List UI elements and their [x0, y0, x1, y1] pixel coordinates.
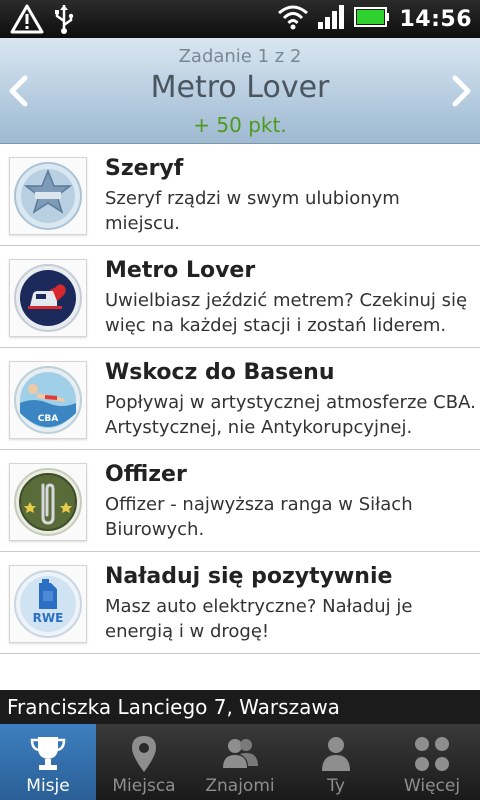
- signal-icon: [317, 4, 345, 34]
- tab-label: Znajomi: [205, 776, 275, 796]
- tab-znajomi[interactable]: Znajomi: [192, 724, 288, 800]
- mission-item[interactable]: Szeryf Szeryf rządzi w swym ulubionym mi…: [0, 144, 480, 246]
- mission-title: Metro Lover: [105, 258, 256, 283]
- mission-description: Popływaj w artystycznej atmosferze CBA. …: [105, 392, 476, 438]
- mission-header: Zadanie 1 z 2 Metro Lover + 50 pkt.: [0, 38, 480, 144]
- mission-title: Naładuj się pozytywnie: [105, 564, 393, 589]
- tab-label: Misje: [26, 776, 70, 796]
- status-time: 14:56: [399, 6, 472, 32]
- battery-icon: [353, 6, 391, 32]
- rwe-canister-badge-icon: RWE: [9, 565, 87, 643]
- bottom-tab-bar: Misje Miejsca Znajomi Ty Więcej: [0, 724, 480, 800]
- swimmer-badge-icon: CBA: [9, 361, 87, 439]
- badge-text-cba: CBA: [38, 414, 58, 424]
- mission-item[interactable]: CBA Wskocz do Basenu Popływaj w artystyc…: [0, 348, 480, 450]
- tab-ty[interactable]: Ty: [288, 724, 384, 800]
- mission-title: Wskocz do Basenu: [105, 360, 335, 385]
- status-bar: 14:56: [0, 0, 480, 38]
- tab-misje[interactable]: Misje: [0, 724, 96, 800]
- mission-description: Uwielbiasz jeździć metrem? Czekinuj się …: [105, 290, 468, 336]
- mission-description: Offizer - najwyższa ranga w Siłach Biuro…: [105, 494, 413, 540]
- mission-description: Masz auto elektryczne? Naładuj je energi…: [105, 596, 413, 642]
- mission-list: Szeryf Szeryf rządzi w swym ulubionym mi…: [0, 144, 480, 654]
- tab-label: Więcej: [403, 776, 461, 796]
- points-label: + 50 pkt.: [193, 113, 287, 137]
- mission-item[interactable]: RWE Naładuj się pozytywnie Masz auto ele…: [0, 552, 480, 654]
- sheriff-star-badge-icon: [9, 157, 87, 235]
- trophy-icon: [28, 734, 68, 774]
- next-arrow-icon[interactable]: [446, 74, 476, 108]
- task-counter: Zadanie 1 z 2: [178, 46, 302, 67]
- mission-description: Szeryf rządzi w swym ulubionym miejscu.: [105, 188, 400, 234]
- badge-text-rwe: RWE: [33, 611, 64, 625]
- mission-title: Szeryf: [105, 156, 184, 181]
- tab-wiecej[interactable]: Więcej: [384, 724, 480, 800]
- map-pin-icon: [124, 734, 164, 774]
- paperclip-badge-icon: [9, 463, 87, 541]
- wifi-icon: [277, 3, 309, 35]
- header-title: Metro Lover: [150, 70, 330, 105]
- person-icon: [316, 734, 356, 774]
- warning-icon: [10, 3, 44, 39]
- tab-label: Miejsca: [112, 776, 176, 796]
- grid-dots-icon: [412, 734, 452, 774]
- mission-item[interactable]: Offizer Offizer - najwyższa ranga w Siła…: [0, 450, 480, 552]
- mission-title: Offizer: [105, 462, 187, 487]
- mission-item[interactable]: Metro Lover Uwielbiasz jeździć metrem? C…: [0, 246, 480, 348]
- tab-miejsca[interactable]: Miejsca: [96, 724, 192, 800]
- current-location: Franciszka Lanciego 7, Warszawa: [0, 690, 480, 724]
- friends-icon: [220, 734, 260, 774]
- tab-label: Ty: [327, 776, 345, 796]
- usb-icon: [52, 3, 76, 39]
- metro-heart-badge-icon: [9, 259, 87, 337]
